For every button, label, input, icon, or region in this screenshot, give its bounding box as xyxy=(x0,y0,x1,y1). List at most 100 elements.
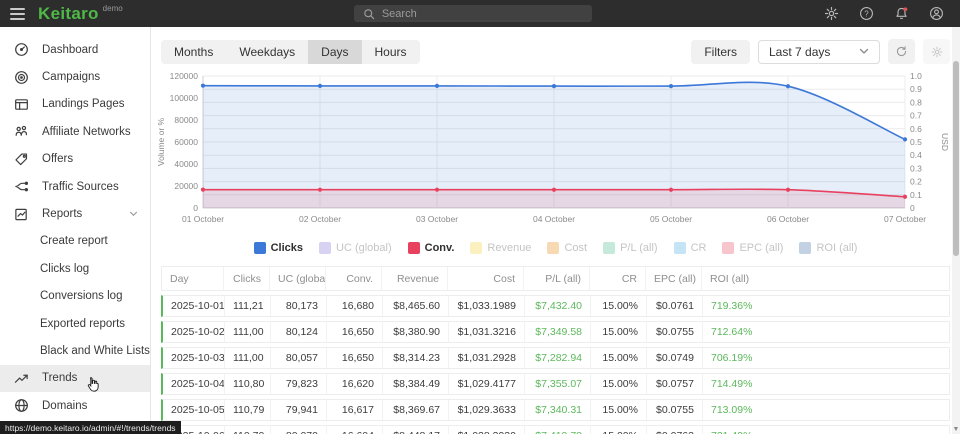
chart-legend: Clicks UC (global) Conv. Revenue Cost P/L (al… xyxy=(151,240,960,256)
legend-item-epc-all[interactable]: EPC (all) xyxy=(722,242,783,254)
sidebar-item-landings-pages[interactable]: Landings Pages xyxy=(0,91,150,118)
sidebar-item-conversions-log[interactable]: Conversions log xyxy=(0,283,150,310)
legend-label: UC (global) xyxy=(336,242,392,254)
sidebar-item-label: Conversions log xyxy=(40,290,122,302)
svg-text:Volume or %: Volume or % xyxy=(156,117,166,166)
column-header-cr: CR xyxy=(590,267,646,290)
legend-item-p-l-all[interactable]: P/L (all) xyxy=(603,242,658,254)
sidebar-item-label: Domains xyxy=(42,400,87,412)
legend-item-conv[interactable]: Conv. xyxy=(408,242,455,254)
sidebar-item-label: Clicks log xyxy=(40,263,89,275)
sidebar-item-dashboard[interactable]: Dashboard xyxy=(0,36,150,63)
table-cell: $0.0749 xyxy=(647,348,703,368)
domains-icon xyxy=(14,398,30,414)
svg-text:80000: 80000 xyxy=(174,115,198,125)
column-header-epc-all: EPC (all) xyxy=(646,267,702,290)
sidebar-item-label: Reports xyxy=(42,208,82,220)
sidebar-item-label: Exported reports xyxy=(40,318,125,330)
column-header-uc-global: UC (global) xyxy=(270,267,326,290)
sidebar-item-clicks-log[interactable]: Clicks log xyxy=(0,255,150,282)
svg-text:0.1: 0.1 xyxy=(910,190,922,200)
refresh-button[interactable] xyxy=(888,39,915,64)
sidebar-item-black-and-white-lists[interactable]: Black and White Lists xyxy=(0,337,150,364)
trends-table: DayClicksUC (global)Conv.RevenueCostP/L … xyxy=(161,266,950,434)
table-cell: 712.64% xyxy=(703,322,949,342)
legend-label: Conv. xyxy=(425,242,455,254)
table-cell: $1,033.1989 xyxy=(449,296,525,316)
table-cell: $8,380.90 xyxy=(383,322,449,342)
column-header-revenue: Revenue xyxy=(382,267,448,290)
chevron-down-icon xyxy=(859,48,869,55)
legend-swatch xyxy=(799,242,811,254)
svg-text:USD: USD xyxy=(940,133,950,151)
legend-label: ROI (all) xyxy=(816,242,857,254)
legend-label: Revenue xyxy=(487,242,531,254)
legend-item-uc-global[interactable]: UC (global) xyxy=(319,242,392,254)
sidebar-item-campaigns[interactable]: Campaigns xyxy=(0,63,150,90)
legend-item-clicks[interactable]: Clicks xyxy=(254,242,303,254)
svg-text:0.4: 0.4 xyxy=(910,150,922,160)
sidebar-item-affiliate-networks[interactable]: Affiliate Networks xyxy=(0,118,150,145)
table-cell: 16,604 xyxy=(327,426,383,434)
table-cell: 110,80 xyxy=(225,374,271,394)
svg-text:0.2: 0.2 xyxy=(910,177,922,187)
svg-text:01 October: 01 October xyxy=(182,214,224,224)
sidebar-item-reports[interactable]: Reports xyxy=(0,200,150,227)
legend-item-cost[interactable]: Cost xyxy=(547,242,587,254)
tab-days[interactable]: Days xyxy=(308,40,361,64)
table-cell: 15.00% xyxy=(591,426,647,434)
sidebar-item-label: Affiliate Networks xyxy=(42,126,131,138)
table-cell: $0.0763 xyxy=(647,426,703,434)
legend-label: CR xyxy=(691,242,707,254)
legend-swatch xyxy=(408,242,420,254)
help-icon[interactable]: ? xyxy=(858,6,874,22)
table-cell: $8,369.67 xyxy=(383,400,449,420)
bell-icon[interactable] xyxy=(893,6,909,22)
sidebar-item-domains[interactable]: Domains xyxy=(0,392,150,419)
traffic-sources-icon xyxy=(14,179,30,195)
table-cell: $1,029.3633 xyxy=(449,400,525,420)
table-cell: 2025-10-01 xyxy=(163,296,225,316)
filters-button[interactable]: Filters xyxy=(691,40,750,64)
table-cell: $7,340.31 xyxy=(525,400,591,420)
table-row: 2025-10-05110,7979,94116,617$8,369.67$1,… xyxy=(161,399,950,421)
table-cell: 111,00 xyxy=(225,348,271,368)
scrollbar-down-arrow[interactable]: ▼ xyxy=(952,426,960,433)
sidebar-item-traffic-sources[interactable]: Traffic Sources xyxy=(0,173,150,200)
table-row: 2025-10-06110,7080,07016,604$8,448.17$1,… xyxy=(161,425,950,434)
table-cell: $0.0755 xyxy=(647,400,703,420)
tab-weekdays[interactable]: Weekdays xyxy=(226,40,308,64)
date-range-select[interactable]: Last 7 days xyxy=(758,40,880,64)
legend-item-revenue[interactable]: Revenue xyxy=(470,242,531,254)
legend-item-roi-all[interactable]: ROI (all) xyxy=(799,242,857,254)
table-cell: 111,21 xyxy=(225,296,271,316)
scrollbar-thumb[interactable] xyxy=(953,61,959,256)
legend-label: Clicks xyxy=(271,242,303,254)
legend-item-cr[interactable]: CR xyxy=(674,242,707,254)
sidebar-item-trends[interactable]: Trends xyxy=(0,365,150,392)
legend-swatch xyxy=(470,242,482,254)
table-cell: 714.49% xyxy=(703,374,949,394)
chart-settings-button[interactable] xyxy=(923,39,950,64)
menu-icon[interactable] xyxy=(0,8,30,20)
sidebar-item-exported-reports[interactable]: Exported reports xyxy=(0,310,150,337)
sidebar-item-label: Dashboard xyxy=(42,44,98,56)
search-input[interactable]: Search xyxy=(354,5,592,22)
sidebar-item-offers[interactable]: Offers xyxy=(0,146,150,173)
account-icon[interactable] xyxy=(928,6,944,22)
tab-hours[interactable]: Hours xyxy=(362,40,420,64)
sidebar-item-create-report[interactable]: Create report xyxy=(0,228,150,255)
vertical-scrollbar[interactable]: ▼ xyxy=(952,27,960,434)
tab-months[interactable]: Months xyxy=(161,40,226,64)
legend-swatch xyxy=(603,242,615,254)
table-row: 2025-10-03111,0080,05716,650$8,314.23$1,… xyxy=(161,347,950,369)
table-cell: $7,355.07 xyxy=(525,374,591,394)
svg-text:0.3: 0.3 xyxy=(910,163,922,173)
offers-icon xyxy=(14,151,30,167)
reports-icon xyxy=(14,206,30,222)
svg-text:0.6: 0.6 xyxy=(910,124,922,134)
table-cell: $0.0755 xyxy=(647,322,703,342)
table-cell: 721.49% xyxy=(703,426,949,434)
column-header-roi-all: ROI (all) xyxy=(702,267,949,290)
gear-icon[interactable] xyxy=(823,6,839,22)
